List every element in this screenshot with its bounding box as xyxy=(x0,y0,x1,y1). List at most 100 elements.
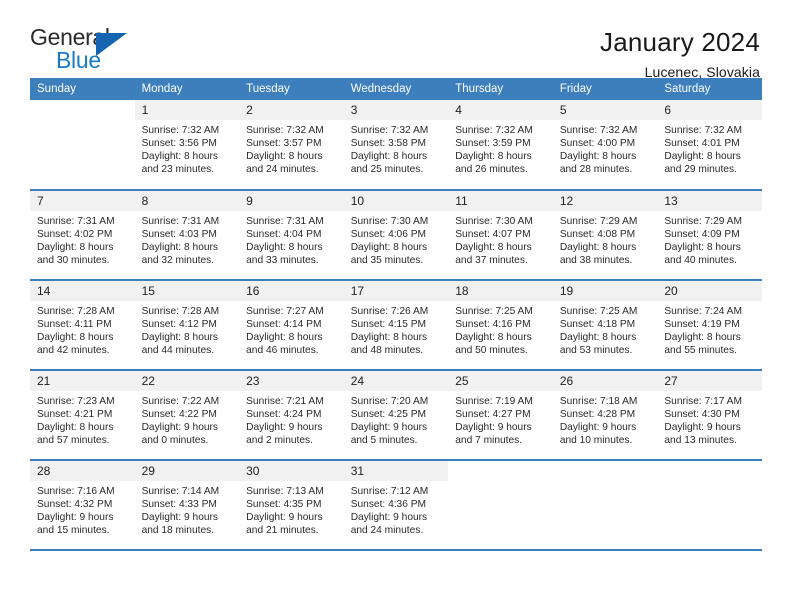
daylight-text-line1: Daylight: 9 hours xyxy=(246,422,323,434)
day-number: 26 xyxy=(552,371,658,391)
sunset-text: Sunset: 4:30 PM xyxy=(664,409,740,421)
day-cell-inner: 18 Sunrise: 7:25 AM Sunset: 4:16 PM Dayligh… xyxy=(448,281,553,369)
calendar-day-cell[interactable]: 7 Sunrise: 7:31 AM Sunset: 4:02 PM Daylight… xyxy=(30,190,135,281)
sunrise-text: Sunrise: 7:29 AM xyxy=(559,216,638,227)
daylight-text-line1: Daylight: 8 hours xyxy=(141,242,219,254)
sunset-text: Sunset: 4:07 PM xyxy=(455,229,531,241)
sunrise-text: Sunrise: 7:30 AM xyxy=(350,216,429,227)
calendar-cell-empty xyxy=(30,100,135,191)
sunset-text: Sunset: 4:00 PM xyxy=(559,138,636,150)
calendar-day-cell[interactable]: 22 Sunrise: 7:22 AM Sunset: 4:22 PM Dayligh… xyxy=(134,370,240,461)
sunrise-text: Sunrise: 7:16 AM xyxy=(37,486,115,497)
calendar-cell-empty xyxy=(448,460,553,551)
calendar-day-cell[interactable]: 9 Sunrise: 7:31 AM Sunset: 4:04 PM Daylight… xyxy=(239,190,344,281)
day-number: 11 xyxy=(448,191,553,211)
sunrise-text: Sunrise: 7:25 AM xyxy=(559,306,638,317)
brand-logo[interactable]: General Blue xyxy=(30,26,140,78)
calendar-day-cell[interactable]: 24 Sunrise: 7:20 AM Sunset: 4:25 PM Dayligh… xyxy=(343,370,449,461)
calendar-day-cell[interactable]: 11 Sunrise: 7:30 AM Sunset: 4:07 PM Dayligh… xyxy=(448,190,553,281)
sunset-text: Sunset: 4:36 PM xyxy=(350,499,427,511)
calendar-week-row: 14 Sunrise: 7:28 AM Sunset: 4:11 PM Dayligh… xyxy=(30,280,762,371)
daylight-text-line2: and 24 minutes. xyxy=(350,525,424,537)
sunrise-text: Sunrise: 7:27 AM xyxy=(246,306,324,317)
sunset-text: Sunset: 3:58 PM xyxy=(350,138,427,150)
day-details: Sunrise: 7:13 AM Sunset: 4:35 PM Daylight:… xyxy=(239,481,344,537)
daylight-text-line2: and 26 minutes. xyxy=(455,164,528,176)
calendar-day-cell[interactable]: 4 Sunrise: 7:32 AM Sunset: 3:59 PM Daylight… xyxy=(448,100,553,191)
daylight-text-line1: Daylight: 8 hours xyxy=(37,422,114,434)
calendar-day-cell[interactable]: 23 Sunrise: 7:21 AM Sunset: 4:24 PM Dayligh… xyxy=(239,370,344,461)
calendar-day-cell[interactable]: 31 Sunrise: 7:12 AM Sunset: 4:36 PM Dayligh… xyxy=(343,460,449,551)
calendar-day-cell[interactable]: 10 Sunrise: 7:30 AM Sunset: 4:06 PM Dayligh… xyxy=(343,190,449,281)
day-details: Sunrise: 7:25 AM Sunset: 4:16 PM Daylight:… xyxy=(448,301,553,357)
sunrise-text: Sunrise: 7:13 AM xyxy=(246,486,324,497)
sunset-text: Sunset: 4:14 PM xyxy=(246,319,322,331)
daylight-text-line1: Daylight: 8 hours xyxy=(559,332,637,344)
calendar-day-cell[interactable]: 17 Sunrise: 7:26 AM Sunset: 4:15 PM Dayligh… xyxy=(343,280,449,371)
daylight-text-line1: Daylight: 8 hours xyxy=(350,151,428,163)
calendar-day-cell[interactable]: 1 Sunrise: 7:32 AM Sunset: 3:56 PM Daylight… xyxy=(134,100,240,191)
sunset-text: Sunset: 4:32 PM xyxy=(37,499,113,511)
weekday-header-monday: Monday xyxy=(134,78,240,100)
sunrise-text: Sunrise: 7:29 AM xyxy=(664,216,742,227)
calendar-day-cell[interactable]: 29 Sunrise: 7:14 AM Sunset: 4:33 PM Dayligh… xyxy=(134,460,240,551)
calendar-day-cell[interactable]: 21 Sunrise: 7:23 AM Sunset: 4:21 PM Dayligh… xyxy=(30,370,135,461)
sunrise-text: Sunrise: 7:32 AM xyxy=(559,125,638,136)
daylight-text-line1: Daylight: 8 hours xyxy=(455,242,532,254)
daylight-text-line2: and 55 minutes. xyxy=(664,345,737,357)
calendar-day-cell[interactable]: 27 Sunrise: 7:17 AM Sunset: 4:30 PM Dayligh… xyxy=(657,370,762,461)
day-cell-inner: 29 Sunrise: 7:14 AM Sunset: 4:33 PM Dayligh… xyxy=(134,461,240,549)
sunrise-text: Sunrise: 7:23 AM xyxy=(37,396,115,407)
day-details: Sunrise: 7:20 AM Sunset: 4:25 PM Daylight:… xyxy=(344,391,449,447)
calendar-day-cell[interactable]: 2 Sunrise: 7:32 AM Sunset: 3:57 PM Daylight… xyxy=(239,100,344,191)
day-number xyxy=(448,461,553,481)
calendar-day-cell[interactable]: 5 Sunrise: 7:32 AM Sunset: 4:00 PM Daylight… xyxy=(552,100,658,191)
daylight-text-line2: and 44 minutes. xyxy=(141,345,215,357)
calendar-day-cell[interactable]: 14 Sunrise: 7:28 AM Sunset: 4:11 PM Dayligh… xyxy=(30,280,135,371)
sunset-text: Sunset: 3:56 PM xyxy=(141,138,217,150)
page-title: January 2024 xyxy=(600,27,760,57)
calendar-day-cell[interactable]: 20 Sunrise: 7:24 AM Sunset: 4:19 PM Dayligh… xyxy=(657,280,762,371)
daylight-text-line2: and 5 minutes. xyxy=(350,435,418,447)
daylight-text-line1: Daylight: 9 hours xyxy=(246,512,323,524)
daylight-text-line2: and 24 minutes. xyxy=(246,164,319,176)
day-number: 17 xyxy=(343,281,449,301)
day-number: 14 xyxy=(30,281,135,301)
calendar-day-cell[interactable]: 3 Sunrise: 7:32 AM Sunset: 3:58 PM Daylight… xyxy=(343,100,449,191)
weekday-header-tuesday: Tuesday xyxy=(239,78,344,100)
calendar-day-cell[interactable]: 18 Sunrise: 7:25 AM Sunset: 4:16 PM Dayligh… xyxy=(448,280,553,371)
calendar-day-cell[interactable]: 25 Sunrise: 7:19 AM Sunset: 4:27 PM Dayligh… xyxy=(448,370,553,461)
day-cell-inner xyxy=(448,461,553,549)
day-cell-inner: 16 Sunrise: 7:27 AM Sunset: 4:14 PM Dayligh… xyxy=(239,281,344,369)
daylight-text-line2: and 15 minutes. xyxy=(37,525,110,537)
day-number: 21 xyxy=(30,371,135,391)
calendar-day-cell[interactable]: 15 Sunrise: 7:28 AM Sunset: 4:12 PM Dayligh… xyxy=(134,280,240,371)
day-cell-inner: 9 Sunrise: 7:31 AM Sunset: 4:04 PM Daylight… xyxy=(239,191,344,279)
calendar-day-cell[interactable]: 12 Sunrise: 7:29 AM Sunset: 4:08 PM Dayligh… xyxy=(552,190,658,281)
weekday-header-saturday: Saturday xyxy=(657,78,762,100)
day-cell-inner: 3 Sunrise: 7:32 AM Sunset: 3:58 PM Daylight… xyxy=(343,100,449,188)
calendar-week-row: 1 Sunrise: 7:32 AM Sunset: 3:56 PM Daylight… xyxy=(30,100,762,191)
daylight-text-line1: Daylight: 8 hours xyxy=(141,332,219,344)
calendar-cell-empty xyxy=(552,460,658,551)
calendar-day-cell[interactable]: 6 Sunrise: 7:32 AM Sunset: 4:01 PM Daylight… xyxy=(657,100,762,191)
sunset-text: Sunset: 4:18 PM xyxy=(559,319,636,331)
day-cell-inner: 6 Sunrise: 7:32 AM Sunset: 4:01 PM Daylight… xyxy=(657,100,762,188)
day-number: 16 xyxy=(239,281,344,301)
calendar-day-cell[interactable]: 28 Sunrise: 7:16 AM Sunset: 4:32 PM Dayligh… xyxy=(30,460,135,551)
day-cell-inner: 19 Sunrise: 7:25 AM Sunset: 4:18 PM Dayligh… xyxy=(552,281,658,369)
calendar-day-cell[interactable]: 19 Sunrise: 7:25 AM Sunset: 4:18 PM Dayligh… xyxy=(552,280,658,371)
daylight-text-line1: Daylight: 8 hours xyxy=(350,242,428,254)
calendar-day-cell[interactable]: 16 Sunrise: 7:27 AM Sunset: 4:14 PM Dayligh… xyxy=(239,280,344,371)
calendar-day-cell[interactable]: 30 Sunrise: 7:13 AM Sunset: 4:35 PM Dayligh… xyxy=(239,460,344,551)
day-number: 8 xyxy=(134,191,240,211)
calendar-day-cell[interactable]: 26 Sunrise: 7:18 AM Sunset: 4:28 PM Dayligh… xyxy=(552,370,658,461)
day-number: 19 xyxy=(552,281,658,301)
day-number: 5 xyxy=(552,100,658,120)
calendar-day-cell[interactable]: 13 Sunrise: 7:29 AM Sunset: 4:09 PM Dayligh… xyxy=(657,190,762,281)
day-details: Sunrise: 7:23 AM Sunset: 4:21 PM Daylight:… xyxy=(30,391,135,447)
day-cell-inner xyxy=(30,100,135,188)
day-details: Sunrise: 7:28 AM Sunset: 4:12 PM Daylight:… xyxy=(135,301,240,357)
calendar-day-cell[interactable]: 8 Sunrise: 7:31 AM Sunset: 4:03 PM Daylight… xyxy=(134,190,240,281)
day-cell-inner: 25 Sunrise: 7:19 AM Sunset: 4:27 PM Dayligh… xyxy=(448,371,553,459)
